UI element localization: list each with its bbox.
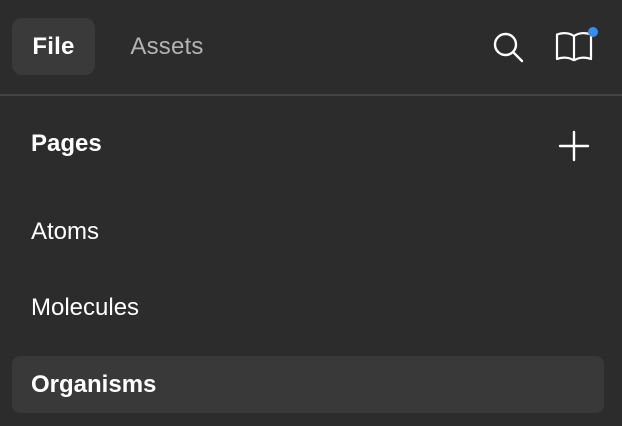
panel-header: File Assets — [0, 0, 622, 94]
search-button[interactable] — [486, 25, 530, 69]
page-item-molecules[interactable]: Molecules — [12, 279, 604, 336]
tab-assets-label: Assets — [130, 32, 204, 60]
page-item-label: Molecules — [31, 293, 140, 321]
tab-file[interactable]: File — [12, 18, 95, 75]
tab-file-label: File — [32, 32, 75, 60]
page-item-label: Organisms — [31, 370, 157, 398]
page-item-label: Atoms — [31, 217, 100, 245]
page-item-atoms[interactable]: Atoms — [12, 203, 604, 260]
page-item-organisms[interactable]: Organisms — [12, 356, 604, 413]
tab-assets[interactable]: Assets — [110, 18, 224, 75]
search-icon — [491, 30, 525, 64]
book-icon — [554, 30, 594, 64]
pages-section-header: Pages — [0, 118, 622, 174]
add-page-button[interactable] — [552, 124, 596, 168]
left-panel: File Assets Pages Atoms Molecules Organi… — [0, 0, 622, 426]
header-divider — [0, 94, 622, 96]
notification-dot — [588, 27, 598, 37]
pages-title: Pages — [31, 130, 102, 157]
plus-icon — [558, 130, 590, 162]
